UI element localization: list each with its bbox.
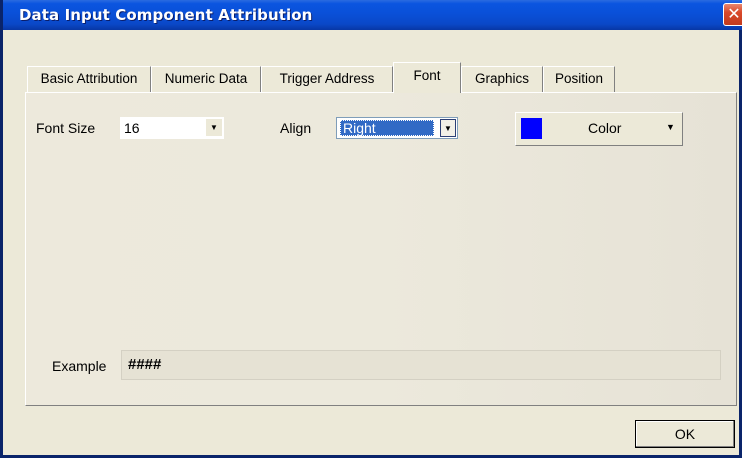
title-bar[interactable]: Data Input Component Attribution ✕ bbox=[3, 0, 742, 30]
color-swatch bbox=[521, 118, 542, 139]
font-size-value: 16 bbox=[124, 120, 140, 136]
font-size-label: Font Size bbox=[36, 120, 96, 136]
tab-font[interactable]: Font bbox=[393, 62, 461, 93]
ok-label: OK bbox=[674, 426, 696, 442]
tab-label: Graphics bbox=[474, 71, 530, 86]
tab-graphics[interactable]: Graphics bbox=[461, 66, 543, 92]
close-button[interactable]: ✕ bbox=[723, 3, 742, 26]
align-value: Right bbox=[340, 120, 434, 136]
font-size-dropdown[interactable]: 16 ▼ bbox=[120, 117, 224, 139]
dialog-window: Data Input Component Attribution ✕ Basic… bbox=[0, 0, 742, 458]
tab-label: Basic Attribution bbox=[40, 71, 138, 86]
tab-label: Position bbox=[554, 71, 604, 86]
align-dropdown[interactable]: Right ▼ bbox=[336, 117, 458, 139]
tab-numeric-data[interactable]: Numeric Data bbox=[151, 66, 261, 92]
chevron-down-icon[interactable]: ▼ bbox=[440, 119, 456, 137]
tab-label: Trigger Address bbox=[279, 71, 375, 86]
example-preview: #### bbox=[121, 350, 721, 380]
tab-label: Numeric Data bbox=[164, 71, 248, 86]
tab-label: Font bbox=[413, 68, 441, 83]
chevron-down-icon[interactable]: ▼ bbox=[206, 119, 222, 136]
example-text: #### bbox=[128, 356, 162, 373]
ok-button[interactable]: OK bbox=[635, 420, 735, 448]
chevron-down-icon: ▼ bbox=[666, 122, 675, 132]
window-title: Data Input Component Attribution bbox=[19, 6, 313, 24]
tab-basic-attribution[interactable]: Basic Attribution bbox=[27, 66, 151, 92]
example-label: Example bbox=[52, 358, 107, 374]
color-picker-button[interactable]: Color ▼ bbox=[515, 112, 683, 146]
tab-trigger-address[interactable]: Trigger Address bbox=[261, 66, 393, 92]
align-label: Align bbox=[280, 120, 312, 136]
color-label: Color bbox=[588, 120, 622, 136]
close-icon: ✕ bbox=[727, 4, 741, 23]
tab-position[interactable]: Position bbox=[543, 66, 615, 92]
